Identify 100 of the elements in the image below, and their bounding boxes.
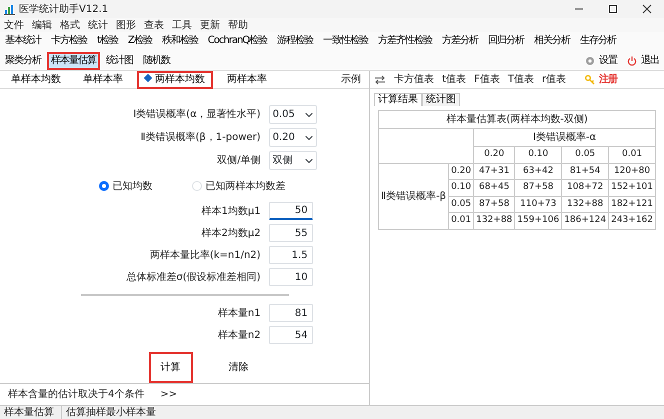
toolbar-button[interactable]: 聚类分析	[2, 53, 44, 69]
table-cell: 47+31	[474, 163, 515, 180]
exit-button[interactable]: 退出	[624, 53, 662, 69]
table-cell: 0.05	[448, 196, 474, 212]
toolbar-button[interactable]: 统计图	[103, 53, 136, 69]
menu-item[interactable]: 帮助	[228, 18, 248, 32]
field-label: 总体标准差σ(假设标准差相同)	[125, 270, 261, 284]
menu-item[interactable]: 更新	[200, 18, 220, 32]
toolbar-button[interactable]: t检验	[94, 33, 121, 49]
table-cell: 186+124	[562, 212, 609, 229]
table-cell: 0.01	[448, 212, 474, 229]
input-field[interactable]: 55	[268, 224, 313, 242]
field-label: 双侧/单侧	[216, 154, 261, 168]
toolbar-button[interactable]: 游程检验	[274, 33, 316, 49]
table-cell: 159+106	[514, 212, 562, 229]
table-button[interactable]: 卡方值表	[394, 72, 434, 87]
register-button[interactable]: 注册	[582, 72, 620, 88]
menu-item[interactable]: 图形	[116, 18, 136, 32]
table-cell: 0.01	[608, 146, 656, 163]
toolbar-button[interactable]: 卡方检验	[48, 33, 90, 49]
table-cell: 0.20	[474, 146, 515, 163]
field-label: 样本2均数μ2	[200, 226, 261, 240]
method-tab[interactable]: 两样本率	[220, 72, 274, 88]
key-icon	[585, 74, 596, 84]
input-field[interactable]: 50	[268, 202, 313, 220]
toolbar-button[interactable]: 回归分析	[485, 33, 528, 49]
table-cell: 0.05	[562, 146, 609, 163]
power-icon	[627, 56, 637, 66]
toolbar-button[interactable]: 基本统计	[2, 33, 44, 49]
bar-chart-icon	[4, 4, 15, 14]
menu-item[interactable]: 文件	[4, 18, 24, 32]
field-label: 样本量n1	[216, 306, 261, 320]
menu-item[interactable]: 工具	[172, 18, 192, 32]
toolbar-button[interactable]: CochranQ检验	[204, 33, 270, 49]
toolbar-button[interactable]: 随机数	[140, 53, 173, 69]
field-label: 样本量n2	[216, 328, 261, 342]
table-cell: Ⅱ类错误概率-β	[378, 163, 449, 229]
field-label: Ⅰ类错误概率(α，显著性水平)	[132, 108, 261, 122]
table-cell: 63+42	[514, 163, 562, 180]
table-cell: 152+101	[608, 180, 656, 196]
table-cell: 81+54	[562, 163, 609, 180]
table-cell: 182+121	[608, 196, 656, 212]
select-field[interactable]: 0.20	[268, 128, 317, 147]
close-icon[interactable]	[642, 4, 652, 14]
table-cell: 0.20	[448, 163, 474, 180]
table-button[interactable]: T值表	[508, 72, 534, 87]
toolbar-button[interactable]: 方差分析	[439, 33, 482, 49]
table-cell: 样本量估算表(两样本均数-双侧)	[378, 110, 656, 128]
form-button[interactable]: 计算	[148, 352, 193, 383]
result-tab[interactable]: 统计图	[422, 93, 460, 106]
select-field[interactable]: 0.05	[268, 105, 317, 124]
status-text: 估算抽样最小样本量	[65, 406, 157, 419]
field-label: 两样本量比率(k=n1/n2)	[148, 248, 261, 262]
table-cell: 0.10	[514, 146, 562, 163]
toolbar-button[interactable]: Z检验	[124, 33, 155, 49]
toolbar-button[interactable]: 一致性检验	[320, 33, 372, 49]
toolbar-button[interactable]: 相关分析	[531, 33, 574, 49]
info-text: 样本含量的估计取决于4个条件	[8, 388, 144, 402]
table-cell: 108+72	[562, 180, 609, 196]
result-tab[interactable]: 计算结果	[374, 93, 422, 106]
table-cell: 132+88	[474, 212, 515, 229]
table-button[interactable]: t值表	[442, 72, 466, 87]
table-button[interactable]: F值表	[474, 72, 500, 87]
settings-icon	[585, 56, 595, 66]
table-cell: 87+58	[474, 196, 515, 212]
menu-item[interactable]: 统计	[88, 18, 108, 32]
toolbar-button[interactable]: 生存分析	[577, 33, 620, 49]
menu-item[interactable]: 格式	[60, 18, 80, 32]
radio-button[interactable]	[98, 181, 109, 191]
field-label: 样本1均数μ1	[200, 204, 261, 218]
input-field[interactable]: 10	[268, 268, 313, 286]
toolbar-button[interactable]: 秩和检验	[158, 33, 201, 49]
output-field[interactable]: 81	[268, 304, 313, 322]
select-field[interactable]: 双侧	[268, 151, 317, 170]
swap-icon[interactable]	[374, 74, 386, 84]
maximize-icon[interactable]	[608, 4, 618, 14]
table-cell: Ⅰ类错误概率-α	[474, 128, 656, 146]
input-field[interactable]: 1.5	[268, 246, 313, 264]
radio-label: 已知均数	[112, 180, 153, 194]
expand-link[interactable]: >>	[160, 387, 178, 402]
table-cell: 68+45	[474, 180, 515, 196]
settings-button[interactable]: 设置	[582, 53, 620, 69]
radio-label: 已知两样本均数差	[206, 180, 286, 194]
toolbar-button[interactable]: 样本量估算	[48, 53, 99, 69]
method-tab[interactable]: 单样本均数	[4, 72, 68, 88]
method-tab[interactable]: 两样本均数	[138, 72, 212, 88]
method-tab[interactable]: 单样本率	[76, 72, 130, 88]
table-cell: 110+73	[514, 196, 562, 212]
table-cell: 243+162	[608, 212, 656, 229]
status-text: 样本量估算	[0, 405, 62, 419]
menu-item[interactable]: 编辑	[32, 18, 52, 32]
output-field[interactable]: 54	[268, 326, 313, 344]
table-cell: 120+80	[608, 163, 656, 180]
toolbar-button[interactable]: 方差齐性检验	[375, 33, 436, 49]
menu-item[interactable]: 查表	[144, 18, 164, 32]
window-title: 医学统计助手V12.1	[19, 2, 108, 16]
table-button[interactable]: r值表	[542, 72, 566, 87]
example-link[interactable]: 示例	[341, 72, 366, 87]
table-cell: 132+88	[562, 196, 609, 212]
table-cell: 87+58	[514, 180, 562, 196]
